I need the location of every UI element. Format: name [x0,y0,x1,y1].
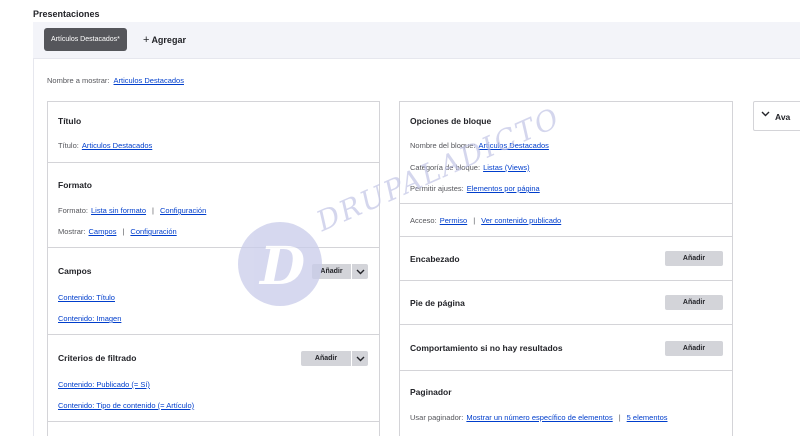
title-row: Título: Articulos Destacados [58,141,152,150]
format-row: Formato: Lista sin formato | Configuración [58,206,206,215]
list-item: Contenido: Tipo de contenido (= Artículo… [58,401,194,410]
header-section: Encabezado Añadir [400,237,732,281]
title-section: Título Título: Articulos Destacados [48,102,379,163]
footer-section: Pie de página Añadir [400,281,732,325]
access-permission-link[interactable]: Permiso [440,216,468,225]
header-heading: Encabezado [410,254,460,264]
title-heading: Título [58,116,82,126]
title-label: Título: [58,141,79,150]
access-label: Acceso: [410,216,437,225]
pager-row: Usar paginador: Mostrar un número específ… [410,413,668,422]
separator: | [152,206,154,215]
show-settings-link[interactable]: Configuración [130,227,176,236]
left-column: Título Título: Articulos Destacados Forma… [47,101,380,436]
access-row: Acceso: Permiso | Ver contenido publicado [410,216,561,225]
list-item: Contenido: Imagen [58,314,121,323]
pager-count-link[interactable]: 5 elementos [627,413,668,422]
separator: | [473,216,476,225]
filters-add-button[interactable]: Añadir [301,351,351,366]
display-name-row: Nombre a mostrar: Articulos Destacados [47,76,184,85]
no-results-add-button[interactable]: Añadir [665,341,723,356]
watermark-glyph: D [260,236,306,297]
list-item: Contenido: Título [58,293,115,302]
footer-add-button[interactable]: Añadir [665,295,723,310]
show-label: Mostrar: [58,227,86,236]
filter-link-published[interactable]: Contenido: Publicado (= Sí) [58,380,150,389]
filters-add-dropbutton: Añadir [301,351,368,366]
allow-settings-link[interactable]: Elementos por página [467,184,540,193]
list-item: Contenido: Publicado (= Sí) [58,380,150,389]
section-title: Presentaciones [33,9,100,19]
display-name-link[interactable]: Articulos Destacados [114,76,184,85]
header-add-button[interactable]: Añadir [665,251,723,266]
format-heading: Formato [58,180,92,190]
chevron-down-icon [356,356,364,361]
add-display-label: Agregar [151,35,186,45]
no-results-heading: Comportamiento si no hay resultados [410,343,563,353]
format-settings-link[interactable]: Configuración [160,206,206,215]
advanced-toggle[interactable]: Ava [753,101,800,131]
separator: | [122,227,125,236]
field-link-image[interactable]: Contenido: Imagen [58,314,121,323]
filters-heading: Criterios de filtrado [58,353,137,363]
filters-section: Criterios de filtrado Añadir Contenido: … [48,335,379,422]
access-section: Acceso: Permiso | Ver contenido publicado [400,204,732,237]
pager-section: Paginador Usar paginador: Mostrar un núme… [400,371,732,436]
separator: | [618,413,621,422]
show-row: Mostrar: Campos | Configuración [58,227,177,236]
fields-section: Campos Añadir Contenido: Título Contenid… [48,248,379,335]
add-display-button[interactable]: + Agregar [143,34,186,46]
block-options-heading: Opciones de bloque [410,116,492,126]
fields-add-toggle[interactable] [352,264,368,279]
fields-heading: Campos [58,266,92,276]
title-link[interactable]: Articulos Destacados [82,141,152,150]
format-label: Formato: [58,206,89,215]
pager-label: Usar paginador: [410,413,464,422]
chevron-down-icon [356,269,364,274]
display-name-label: Nombre a mostrar: [47,76,110,85]
access-extra-link[interactable]: Ver contenido publicado [481,216,561,225]
watermark-logo-icon: D [238,222,322,306]
pager-heading: Paginador [410,387,452,397]
show-fields-link[interactable]: Campos [89,227,117,236]
format-style-link[interactable]: Lista sin formato [91,206,146,215]
footer-heading: Pie de página [410,298,465,308]
filters-add-toggle[interactable] [352,351,368,366]
display-tab-articulos-destacados[interactable]: Artículos Destacados* [44,28,127,51]
no-results-section: Comportamiento si no hay resultados Añad… [400,325,732,371]
pager-type-link[interactable]: Mostrar un número específico de elemento… [466,413,612,422]
plus-icon: + [143,34,150,46]
filter-link-content-type[interactable]: Contenido: Tipo de contenido (= Artículo… [58,401,194,410]
display-tabs-bar: Artículos Destacados* + Agregar [33,22,800,59]
chevron-down-icon [761,111,770,117]
advanced-label: Ava [775,112,791,122]
field-link-title[interactable]: Contenido: Título [58,293,115,302]
